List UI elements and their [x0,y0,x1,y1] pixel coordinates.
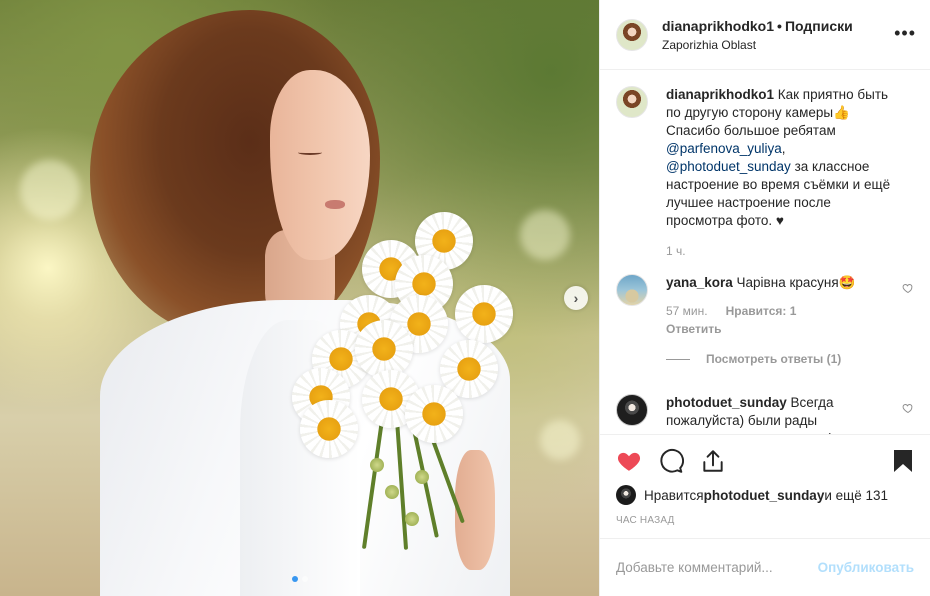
daisy-flower [405,385,463,443]
post-time[interactable]: ЧАС НАЗАД [616,515,914,526]
post-photo[interactable]: › [0,0,599,596]
comment-username[interactable]: photoduet_sunday [666,395,787,410]
comment-body: photoduet_sunday Всегда пожалуйста) были… [666,394,876,434]
flower-bud [385,485,399,499]
separator-dot: • [777,17,782,34]
post-location[interactable]: Zaporizhia Oblast [662,38,853,52]
carousel-dot-active [291,576,298,582]
post-modal: › dianaprikhodko1 • Подписки Zaporizhia Ob… [0,0,930,596]
post-header: dianaprikhodko1 • Подписки Zaporizhia Obla… [600,0,930,70]
comment-username[interactable]: yana_kora [666,275,733,290]
thumbs-up-emoji: 👍 [833,105,850,120]
carousel-dot [301,576,308,582]
liked-by-row[interactable]: Нравится photoduet_sunday и ещё 131 [616,485,914,505]
daisy-flower [300,400,358,458]
carousel-next-button[interactable]: › [564,286,588,310]
carousel-indicator [0,576,599,582]
woman-hand [455,450,495,570]
bokeh-light [20,160,80,220]
flower-bud [415,470,429,484]
bookmark-filled-icon[interactable] [892,449,914,473]
comment-likes[interactable]: Нравится: 1 [726,302,797,320]
heart-filled-icon[interactable] [616,448,642,474]
add-comment-bar: Опубликовать [600,538,930,596]
author-username[interactable]: dianaprikhodko1 [662,18,774,34]
bokeh-light [540,420,580,460]
post-actions: Нравится photoduet_sunday и ещё 131 ЧАС … [600,434,930,538]
more-options-icon[interactable]: ••• [894,24,916,42]
chevron-right-icon: › [573,290,579,306]
comment-time[interactable]: 57 мин. [666,302,708,320]
author-avatar[interactable] [616,18,648,51]
daisy-flower [355,320,413,378]
flower-bud [405,512,419,526]
publish-button[interactable]: Опубликовать [818,560,914,575]
liker-avatar [616,485,636,505]
liked-by-suffix[interactable]: и ещё 131 [824,488,888,503]
heart-outline-icon[interactable] [902,402,914,414]
comment-row: yana_kora Чарівна красуня🤩 57 мин. Нрави… [616,274,914,368]
liked-by-user[interactable]: photoduet_sunday [704,488,825,503]
caption-username[interactable]: dianaprikhodko1 [666,87,774,102]
comment-text: Чарівна красуня🤩 [732,275,856,290]
view-replies-label: Посмотреть ответы (1) [706,352,842,366]
caption-row: dianaprikhodko1 Как приятно быть по друг… [616,86,914,260]
comment-icon[interactable] [658,448,684,474]
caption-text: Спасибо большое ребятам [666,123,836,138]
daisy-flower [455,285,513,343]
caption-body: dianaprikhodko1 Как приятно быть по друг… [666,86,896,260]
comment-row: photoduet_sunday Всегда пожалуйста) были… [616,394,914,434]
caption-time[interactable]: 1 ч. [666,242,686,260]
view-replies-button[interactable]: Посмотреть ответы (1) [666,350,896,368]
comment-meta: 57 мин. Нравится: 1 [666,302,896,320]
divider-line [666,358,690,360]
mention-link[interactable]: @parfenova_yuliya [666,141,782,156]
bokeh-light [520,210,570,260]
woman-eye [298,150,322,155]
reply-button[interactable]: Ответить [666,320,896,338]
author-info: dianaprikhodko1 • Подписки Zaporizhia Obla… [662,18,853,52]
commenter-avatar[interactable] [616,394,648,426]
caption-meta: 1 ч. [666,242,896,260]
comment-input[interactable] [616,560,816,575]
woman-lips [325,200,345,209]
post-side-panel: dianaprikhodko1 • Подписки Zaporizhia Obla… [599,0,930,596]
author-line: dianaprikhodko1 • Подписки [662,18,853,34]
heart-outline-icon[interactable] [902,282,914,294]
share-icon[interactable] [700,448,726,474]
caption-comma: , [781,141,786,156]
author-avatar[interactable] [616,86,648,118]
mention-link[interactable]: @photoduet_sunday [666,159,791,174]
following-button[interactable]: Подписки [785,18,853,34]
comments-list[interactable]: dianaprikhodko1 Как приятно быть по друг… [600,70,930,434]
commenter-avatar[interactable] [616,274,648,306]
flower-bud [370,458,384,472]
action-icons [616,447,914,475]
comment-body: yana_kora Чарівна красуня🤩 57 мин. Нрави… [666,274,896,368]
liked-by-prefix: Нравится [644,487,704,503]
